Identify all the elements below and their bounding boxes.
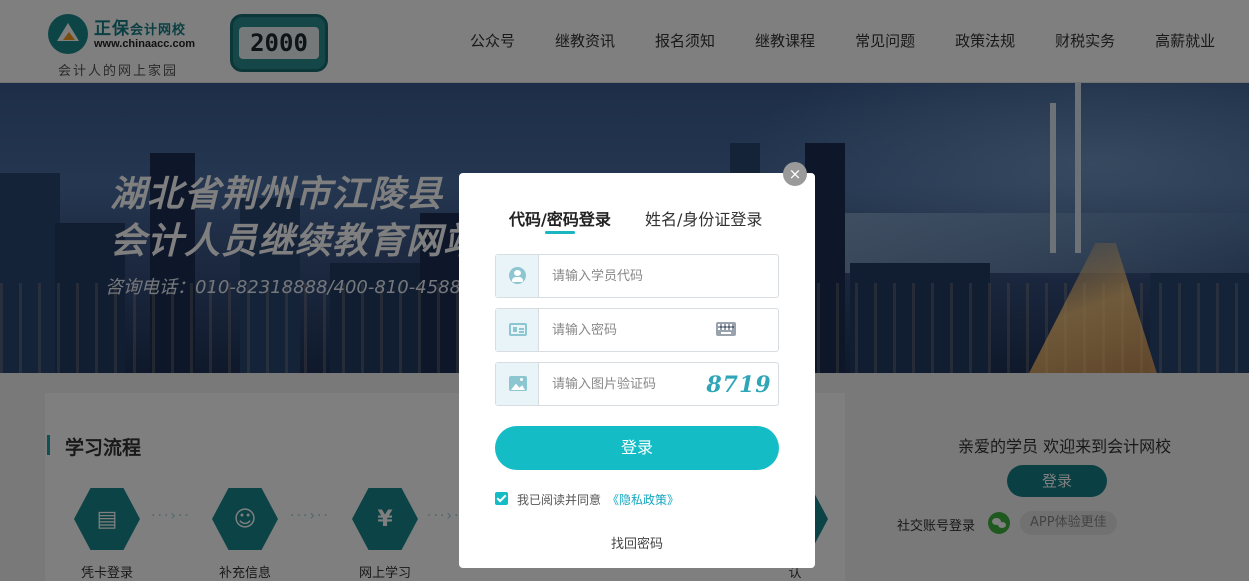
id-card-icon <box>509 323 527 336</box>
captcha-input[interactable] <box>552 363 712 405</box>
field-icon-box <box>496 363 539 405</box>
password-field <box>495 308 779 352</box>
tab-name-id-login[interactable]: 姓名/身份证登录 <box>645 206 762 230</box>
privacy-policy-link[interactable]: 《隐私政策》 <box>607 491 679 508</box>
active-tab-indicator <box>545 231 575 234</box>
student-code-field <box>495 254 779 298</box>
agree-text: 我已阅读并同意 <box>517 493 602 507</box>
field-icon-box <box>496 255 539 297</box>
login-modal: × 代码/密码登录 姓名/身份证登录 8719 登录 我已阅读并同意 《隐私政策… <box>459 162 815 568</box>
field-icon-box <box>496 309 539 351</box>
keyboard-icon[interactable] <box>716 322 736 336</box>
image-icon <box>509 376 527 391</box>
captcha-image[interactable]: 8719 <box>704 369 774 401</box>
password-input[interactable] <box>552 309 712 351</box>
tab-code-password-login[interactable]: 代码/密码登录 <box>509 206 611 230</box>
close-icon[interactable]: × <box>783 162 807 186</box>
login-button[interactable]: 登录 <box>495 426 779 470</box>
agree-checkbox[interactable] <box>495 492 508 505</box>
find-password-link[interactable]: 找回密码 <box>459 533 815 552</box>
student-code-input[interactable] <box>552 255 712 297</box>
captcha-field: 8719 <box>495 362 779 406</box>
user-icon <box>509 267 526 284</box>
